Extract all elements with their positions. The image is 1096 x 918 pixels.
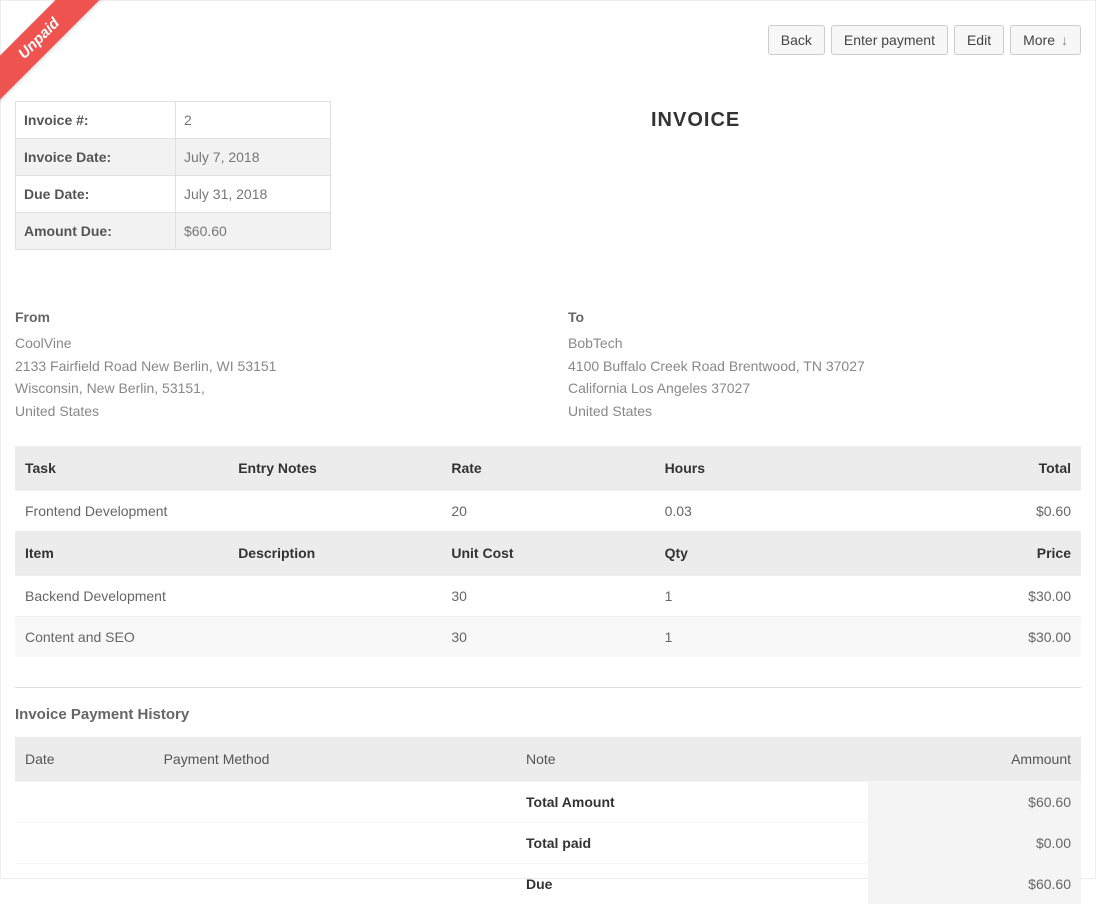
items-table: Item Description Unit Cost Qty Price Bac… [15,531,1081,657]
invoice-info-table: Invoice #: 2 Invoice Date: July 7, 2018 … [15,101,331,250]
to-name: BobTech [568,332,1081,354]
summary-due-label: Due [516,863,868,904]
summary-due-value: $60.60 [868,863,1081,904]
summary-row-due: Due $60.60 [15,863,1081,904]
from-block: From CoolVine 2133 Fairfield Road New Be… [15,306,528,422]
info-value-date: July 7, 2018 [176,139,331,176]
items-col-qty: Qty [655,531,868,576]
enter-payment-button[interactable]: Enter payment [831,25,948,55]
item-desc [228,616,441,657]
item-name: Content and SEO [15,616,228,657]
items-col-unit: Unit Cost [441,531,654,576]
history-col-method: Payment Method [154,737,516,782]
history-col-note: Note [516,737,868,782]
task-name: Frontend Development [15,490,228,531]
tasks-table: Task Entry Notes Rate Hours Total Fronte… [15,446,1081,531]
info-label-amount-due: Amount Due: [16,213,176,250]
table-row: Frontend Development 20 0.03 $0.60 [15,490,1081,531]
summary-row-total: Total Amount $60.60 [15,781,1081,822]
task-rate: 20 [441,490,654,531]
item-price: $30.00 [868,616,1081,657]
item-qty: 1 [655,575,868,616]
to-label: To [568,306,1081,328]
to-line1: 4100 Buffalo Creek Road Brentwood, TN 37… [568,355,1081,377]
summary-total-value: $60.60 [868,781,1081,822]
payment-history-title: Invoice Payment History [15,706,1081,723]
info-label-number: Invoice #: [16,102,176,139]
from-line3: United States [15,400,528,422]
tasks-col-rate: Rate [441,446,654,491]
table-row: Content and SEO 30 1 $30.00 [15,616,1081,657]
back-button[interactable]: Back [768,25,825,55]
summary-total-label: Total Amount [516,781,868,822]
from-label: From [15,306,528,328]
action-toolbar: Back Enter payment Edit More ↓ [768,25,1081,55]
items-col-price: Price [868,531,1081,576]
item-qty: 1 [655,616,868,657]
to-line3: United States [568,400,1081,422]
summary-row-paid: Total paid $0.00 [15,822,1081,863]
history-col-amount: Ammount [868,737,1081,782]
item-unit: 30 [441,575,654,616]
to-block: To BobTech 4100 Buffalo Creek Road Brent… [568,306,1081,422]
tasks-col-notes: Entry Notes [228,446,441,491]
from-line1: 2133 Fairfield Road New Berlin, WI 53151 [15,355,528,377]
info-label-due: Due Date: [16,176,176,213]
task-hours: 0.03 [655,490,868,531]
item-desc [228,575,441,616]
item-price: $30.00 [868,575,1081,616]
more-button[interactable]: More ↓ [1010,25,1081,55]
from-name: CoolVine [15,332,528,354]
task-total: $0.60 [868,490,1081,531]
tasks-col-total: Total [868,446,1081,491]
page-title: INVOICE [351,101,1081,132]
history-col-date: Date [15,737,154,782]
chevron-down-icon: ↓ [1061,32,1068,48]
items-col-desc: Description [228,531,441,576]
divider [15,687,1081,688]
table-row: Backend Development 30 1 $30.00 [15,575,1081,616]
item-name: Backend Development [15,575,228,616]
items-col-item: Item [15,531,228,576]
info-value-number: 2 [176,102,331,139]
summary-paid-value: $0.00 [868,822,1081,863]
info-value-due: July 31, 2018 [176,176,331,213]
to-line2: California Los Angeles 37027 [568,377,1081,399]
edit-button[interactable]: Edit [954,25,1004,55]
info-value-amount-due: $60.60 [176,213,331,250]
item-unit: 30 [441,616,654,657]
tasks-col-hours: Hours [655,446,868,491]
info-label-date: Invoice Date: [16,139,176,176]
tasks-col-task: Task [15,446,228,491]
more-button-label: More [1023,32,1055,48]
summary-paid-label: Total paid [516,822,868,863]
task-notes [228,490,441,531]
from-line2: Wisconsin, New Berlin, 53151, [15,377,528,399]
